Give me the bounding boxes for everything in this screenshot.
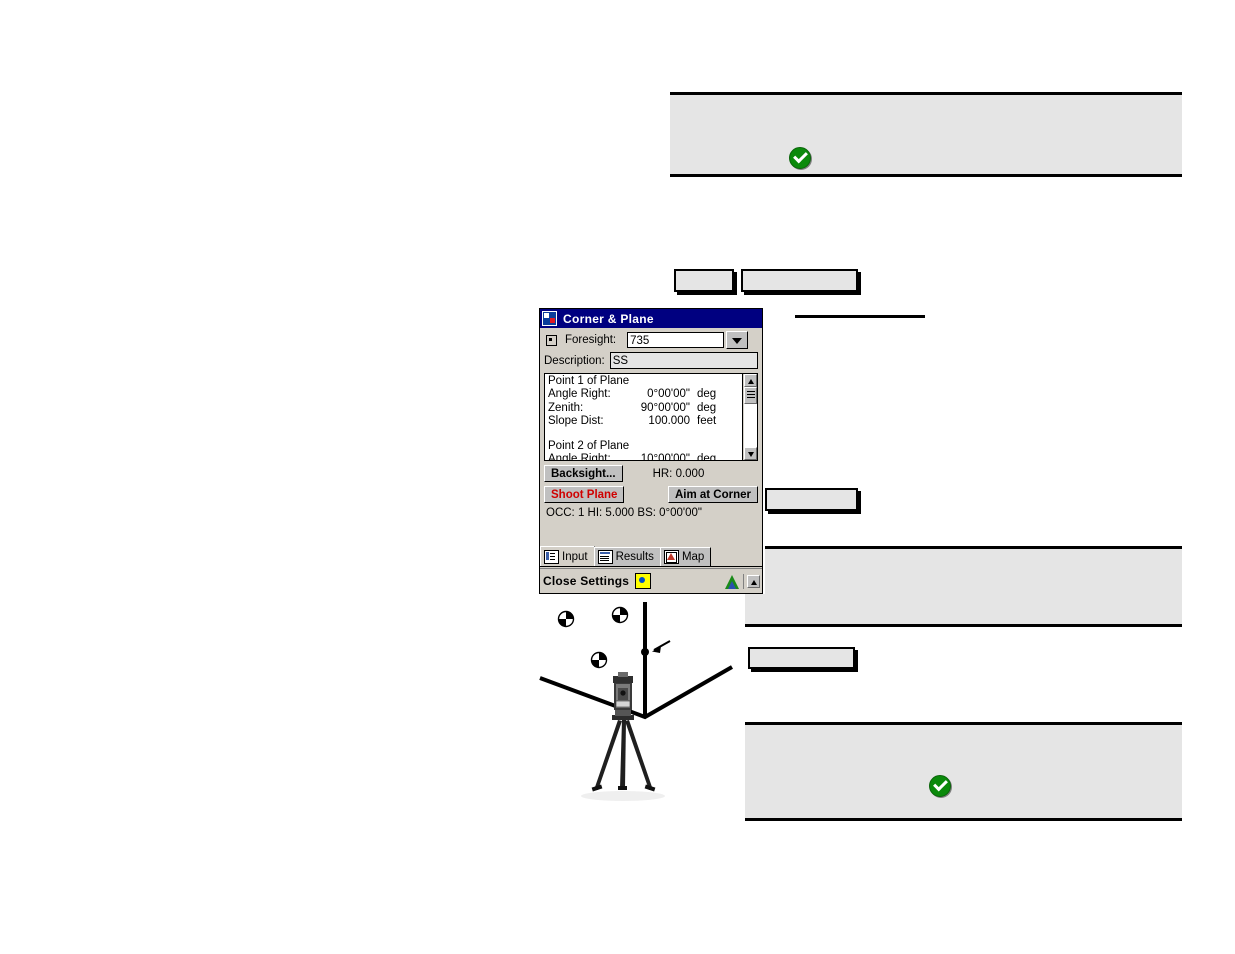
blank-button-callout-3[interactable] — [765, 488, 858, 511]
two-wall-lines-meeting-at-corner — [539, 665, 733, 720]
bottom-note-panel — [745, 722, 1182, 821]
plane-points-list[interactable]: Point 1 of Plane Angle Right: 0°00'00" d… — [544, 373, 758, 461]
list-item-unit: feet — [697, 414, 717, 427]
list-item-name: Angle Right: — [548, 388, 611, 401]
yellow-sun-settings-icon[interactable] — [635, 573, 652, 589]
tab-map[interactable]: Map — [659, 547, 712, 566]
horizontal-rule-callout — [795, 315, 925, 318]
scroll-up-arrow-icon[interactable] — [747, 574, 760, 588]
description-input[interactable]: SS — [609, 352, 758, 369]
scroll-up-arrow-icon[interactable] — [743, 374, 757, 387]
list-item-name: Zenith: — [548, 401, 584, 414]
arrow-pointing-to-corner-point — [652, 640, 671, 653]
list-group-header-text: Point 1 of Plane — [548, 375, 630, 387]
list-item-value: 90°00'00" — [640, 401, 690, 414]
top-note-panel — [670, 92, 1182, 177]
window-client-area: Foresight: 735 Description: SS Point 1 o… — [540, 328, 762, 519]
blank-button-callout-2[interactable] — [741, 269, 858, 292]
survey-app-icon — [542, 311, 557, 326]
list-item-unit: deg — [697, 401, 717, 414]
list-item-unit: deg — [697, 453, 717, 460]
tab-results[interactable]: Results — [593, 547, 661, 566]
window-title: Corner & Plane — [563, 311, 654, 326]
three-survey-target-circles — [557, 606, 629, 669]
scroll-down-arrow-icon[interactable] — [743, 447, 757, 460]
description-label: Description: — [544, 354, 605, 367]
corner-point-dot — [641, 648, 649, 656]
blank-button-callout-1[interactable] — [674, 269, 734, 292]
plane-points-list-body: Point 1 of Plane Angle Right: 0°00'00" d… — [545, 374, 742, 460]
shoot-plane-button[interactable]: Shoot Plane — [544, 486, 625, 503]
list-item: Slope Dist: 100.000 feet — [548, 415, 739, 428]
middle-note-panel-extension — [745, 594, 1182, 624]
green-triangle-icon[interactable] — [724, 574, 740, 589]
green-check-icon — [789, 147, 811, 169]
radio-selected-icon[interactable] — [546, 334, 557, 346]
occupation-status-line: OCC: 1 HI: 5.000 BS: 0°00'00" — [546, 507, 702, 519]
foresight-row: Foresight: 735 — [544, 331, 758, 349]
list-group-header: Point 2 of Plane — [548, 440, 739, 453]
list-group-header: Point 1 of Plane — [548, 375, 739, 388]
foresight-input[interactable]: 735 — [627, 332, 725, 348]
input-form-icon — [544, 549, 559, 564]
list-item: Angle Right: 10°00'00" deg — [548, 453, 739, 460]
list-item: Zenith: 90°00'00" deg — [548, 402, 739, 415]
description-row: Description: SS — [544, 352, 758, 369]
map-view-icon — [663, 550, 679, 564]
action-row: Shoot Plane Aim at Corner — [544, 486, 758, 503]
scrollbar-thumb[interactable] — [743, 387, 757, 404]
list-item-unit: deg — [697, 388, 717, 401]
middle-note-panel-bottom-rule — [745, 624, 1182, 627]
scrollbar-track[interactable] — [743, 404, 757, 447]
total-station-on-tripod — [581, 672, 665, 801]
tab-input[interactable]: Input — [540, 546, 595, 566]
total-station-corner-plane-illustration — [530, 600, 750, 815]
tab-map-label: Map — [681, 551, 705, 563]
list-item-name: Angle Right: — [548, 453, 611, 460]
tab-results-label: Results — [615, 551, 654, 563]
status-divider — [743, 573, 744, 589]
list-item-name: Slope Dist: — [548, 414, 604, 427]
tab-strip: Input Results Map — [540, 546, 762, 567]
status-bar: Close Settings — [540, 568, 762, 593]
foresight-label: Foresight: — [565, 334, 617, 346]
list-item: Angle Right: 0°00'00" deg — [548, 388, 739, 401]
blank-button-callout-4[interactable] — [748, 647, 855, 669]
list-scrollbar[interactable] — [742, 374, 757, 460]
list-group-header-text: Point 2 of Plane — [548, 440, 630, 453]
aim-at-corner-button[interactable]: Aim at Corner — [667, 486, 758, 503]
backsight-button[interactable]: Backsight... — [544, 465, 623, 482]
window-title-bar: Corner & Plane — [540, 309, 762, 328]
chevron-down-icon[interactable] — [726, 331, 749, 349]
close-settings-label[interactable]: Close Settings — [543, 574, 629, 588]
status-bar-right-group — [724, 573, 762, 589]
hr-readout: HR: 0.000 — [652, 467, 705, 480]
results-list-icon — [597, 550, 613, 564]
tab-input-label: Input — [562, 550, 588, 563]
corner-and-plane-window: Corner & Plane Foresight: 735 Descriptio… — [539, 308, 763, 594]
list-item-value: 100.000 — [648, 414, 690, 427]
list-item-value: 10°00'00" — [640, 453, 690, 460]
list-item-value: 0°00'00" — [647, 388, 690, 401]
backsight-row: Backsight... HR: 0.000 — [544, 465, 758, 482]
green-check-icon — [929, 775, 951, 797]
